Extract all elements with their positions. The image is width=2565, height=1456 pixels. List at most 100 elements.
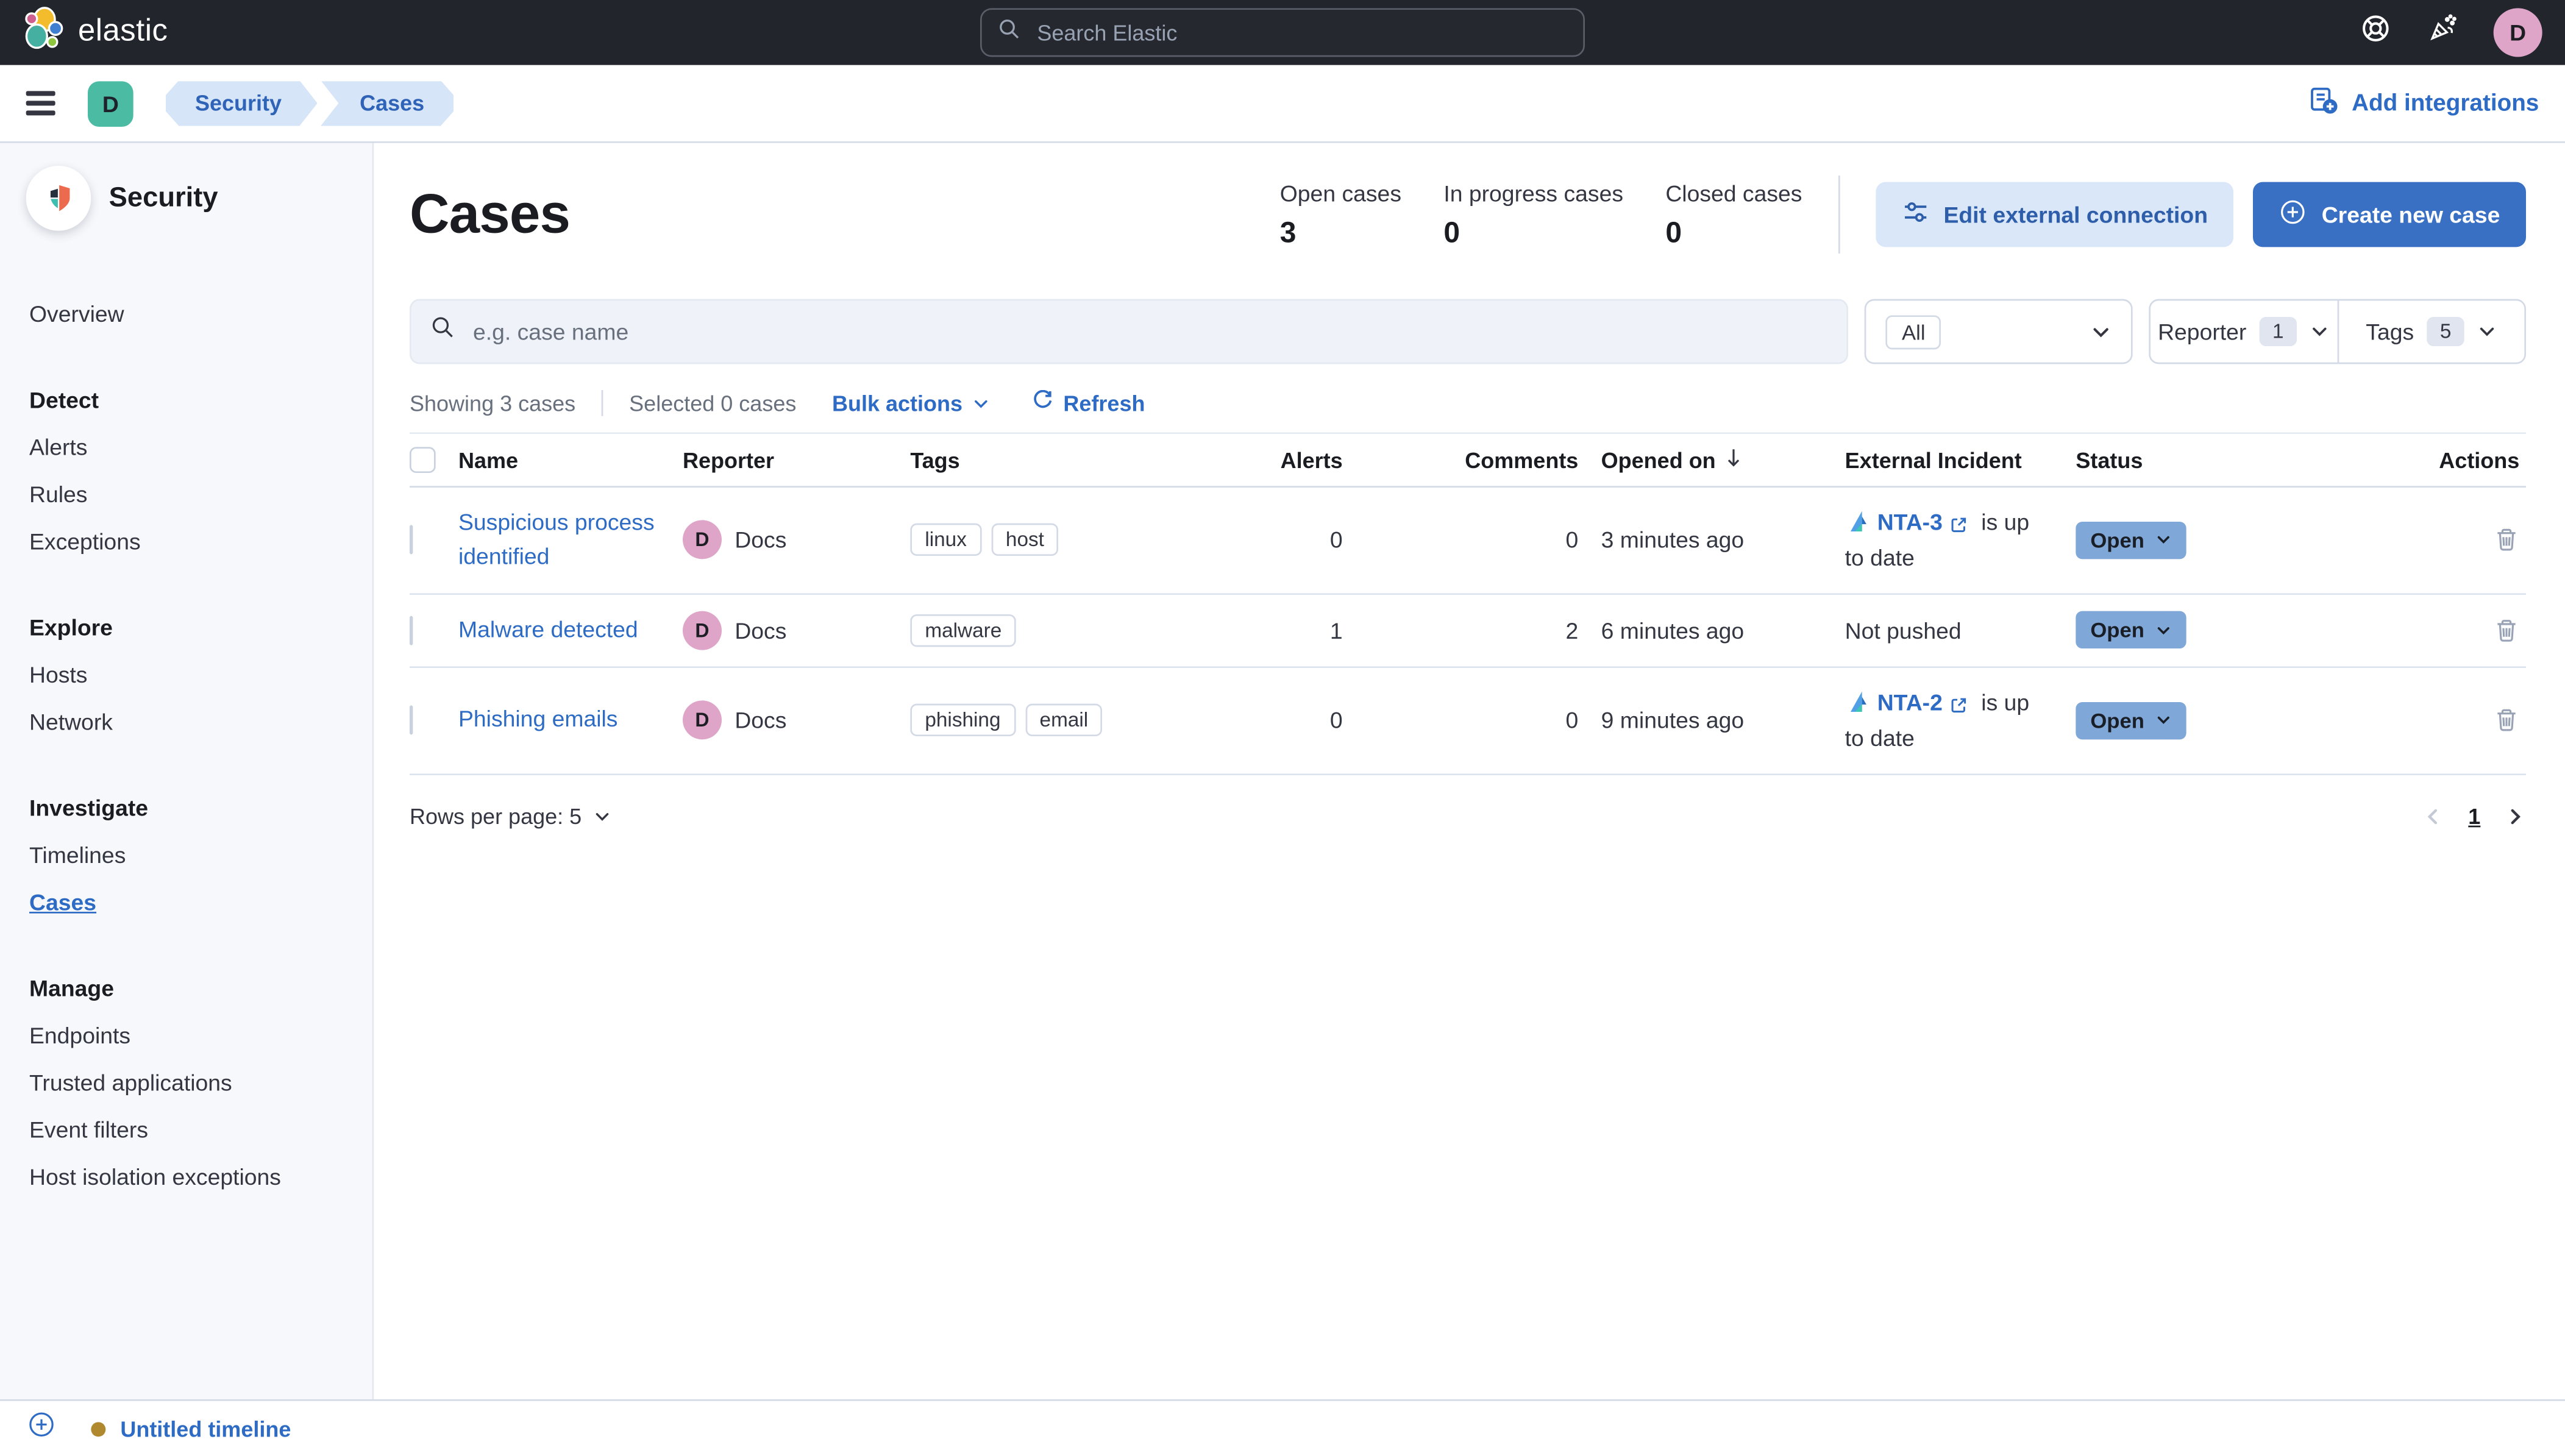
edit-external-connection-button[interactable]: Edit external connection	[1875, 182, 2234, 247]
global-search[interactable]	[980, 8, 1585, 57]
breadcrumb-cases[interactable]: Cases	[321, 80, 454, 126]
sidebar-item-trusted-applications[interactable]: Trusted applications	[26, 1058, 346, 1105]
user-avatar[interactable]: D	[2493, 8, 2542, 57]
comments-count: 2	[1565, 617, 1579, 644]
tag-badge[interactable]: malware	[910, 614, 1017, 647]
next-page-icon[interactable]	[2505, 806, 2526, 827]
whats-new-party-icon[interactable]	[2427, 13, 2458, 52]
sidebar-item-hosts[interactable]: Hosts	[26, 650, 346, 697]
page-number[interactable]: 1	[2468, 804, 2480, 828]
edit-external-label: Edit external connection	[1943, 201, 2208, 228]
sidebar-item-cases[interactable]: Cases	[26, 878, 346, 925]
col-reporter[interactable]: Reporter	[683, 435, 910, 485]
add-timeline-icon[interactable]	[27, 1411, 55, 1447]
trash-icon[interactable]	[2494, 617, 2520, 644]
select-all-checkbox[interactable]	[410, 447, 436, 474]
reporter-filter[interactable]: Reporter 1	[2151, 300, 2336, 362]
table-utility-row: Showing 3 cases Selected 0 cases Bulk ac…	[410, 389, 2526, 416]
external-link-icon[interactable]	[1949, 689, 1974, 715]
col-comments[interactable]: Comments	[1365, 435, 1601, 485]
sliders-icon	[1901, 198, 1929, 230]
chevron-down-icon	[2090, 321, 2111, 343]
global-search-input[interactable]	[1034, 18, 1567, 47]
col-alerts[interactable]: Alerts	[1219, 435, 1365, 485]
create-new-case-button[interactable]: Create new case	[2253, 182, 2527, 247]
stat-open-cases: Open cases 3	[1280, 180, 1401, 250]
sidebar-item-alerts[interactable]: Alerts	[26, 422, 346, 469]
status-filter-select[interactable]: All	[1864, 299, 2133, 364]
col-name[interactable]: Name	[458, 435, 683, 485]
sidebar-item-rules[interactable]: Rules	[26, 470, 346, 517]
shell: Security Overview Detect Alerts Rules Ex…	[0, 143, 2565, 1400]
trash-icon[interactable]	[2494, 707, 2520, 733]
external-incident-link[interactable]: NTA-2	[1877, 689, 1943, 715]
status-badge[interactable]: Open	[2076, 521, 2187, 559]
help-lifebuoy-icon[interactable]	[2360, 13, 2391, 52]
row-checkbox[interactable]	[410, 616, 413, 645]
stat-open-label: Open cases	[1279, 179, 1402, 206]
space-badge[interactable]: D	[88, 80, 133, 126]
reporter-avatar: D	[683, 520, 722, 560]
col-tags[interactable]: Tags	[910, 435, 1219, 485]
search-icon	[431, 315, 455, 347]
sidebar-item-host-isolation-exceptions[interactable]: Host isolation exceptions	[26, 1152, 346, 1199]
trash-icon[interactable]	[2494, 527, 2520, 553]
top-right-icons: D	[2360, 8, 2542, 57]
rows-per-page-label: Rows per page: 5	[410, 803, 582, 828]
breadcrumb: Security Cases	[166, 80, 454, 126]
timeline-status-dot	[91, 1421, 106, 1436]
status-label: Open	[2090, 618, 2144, 643]
table-header-row: Name Reporter Tags Alerts Comments Opene…	[410, 432, 2527, 488]
tag-badge[interactable]: linux	[910, 524, 981, 557]
incident-kite-icon	[1845, 509, 1877, 535]
sidebar-item-overview[interactable]: Overview	[26, 289, 346, 336]
app-root: elastic Search Elastic D D Security Case…	[0, 0, 2565, 1456]
refresh-button[interactable]: Refresh	[1033, 389, 1145, 416]
status-badge[interactable]: Open	[2076, 701, 2187, 739]
stat-in-progress-cases: In progress cases 0	[1443, 180, 1623, 250]
external-incident-link[interactable]: NTA-3	[1877, 509, 1943, 535]
breadcrumb-security[interactable]: Security	[166, 80, 318, 126]
main-content: Cases Open cases 3 In progress cases 0 C…	[374, 143, 2565, 1400]
tags-filter-label: Tags	[2366, 318, 2414, 345]
col-opened-on[interactable]: Opened on	[1601, 434, 1845, 486]
elastic-brand[interactable]: elastic	[23, 7, 168, 59]
sidebar-item-event-filters[interactable]: Event filters	[26, 1105, 346, 1152]
menu-hamburger-icon[interactable]	[26, 91, 55, 115]
status-badge[interactable]: Open	[2076, 611, 2187, 649]
case-search-input[interactable]	[469, 317, 1827, 347]
tags-count-badge: 5	[2427, 317, 2464, 347]
external-link-icon[interactable]	[1949, 509, 1974, 535]
tags-filter[interactable]: Tags 5	[2336, 300, 2524, 363]
add-integrations-link[interactable]: Add integrations	[2308, 85, 2539, 122]
sidebar-item-network[interactable]: Network	[26, 697, 346, 744]
tag-badge[interactable]: phishing	[910, 704, 1016, 737]
table-footer: Rows per page: 5 1	[410, 804, 2526, 828]
timeline-title[interactable]: Untitled timeline	[120, 1416, 291, 1441]
chevron-down-icon	[2156, 532, 2172, 549]
rows-per-page-selector[interactable]: Rows per page: 5	[410, 804, 611, 828]
timeline-bar: Untitled timeline	[0, 1399, 2565, 1456]
case-name-link[interactable]: Malware detected	[458, 616, 638, 642]
tag-badge[interactable]: email	[1025, 704, 1103, 737]
elastic-logo-icon	[23, 7, 65, 59]
reporter-tags-filter-group: Reporter 1 Tags 5	[2149, 299, 2527, 364]
previous-page-icon[interactable]	[2423, 806, 2444, 827]
col-status[interactable]: Status	[2076, 435, 2433, 485]
col-external-incident[interactable]: External Incident	[1845, 435, 2076, 485]
row-checkbox[interactable]	[410, 705, 413, 735]
sidebar-header: Security	[26, 166, 346, 231]
case-search[interactable]	[410, 299, 1849, 364]
sidebar: Security Overview Detect Alerts Rules Ex…	[0, 143, 374, 1400]
bulk-actions-button[interactable]: Bulk actions	[832, 391, 990, 415]
tag-badge[interactable]: host	[991, 524, 1059, 557]
sidebar-item-timelines[interactable]: Timelines	[26, 831, 346, 878]
row-checkbox[interactable]	[410, 525, 413, 555]
sidebar-heading-investigate: Investigate	[29, 794, 149, 820]
sidebar-item-endpoints[interactable]: Endpoints	[26, 1011, 346, 1058]
showing-count: Showing 3 cases	[410, 391, 576, 416]
sidebar-item-exceptions[interactable]: Exceptions	[26, 517, 346, 564]
reporter-avatar: D	[683, 700, 722, 740]
case-name-link[interactable]: Phishing emails	[458, 706, 618, 732]
case-name-link[interactable]: Suspicious process identified	[458, 508, 655, 570]
